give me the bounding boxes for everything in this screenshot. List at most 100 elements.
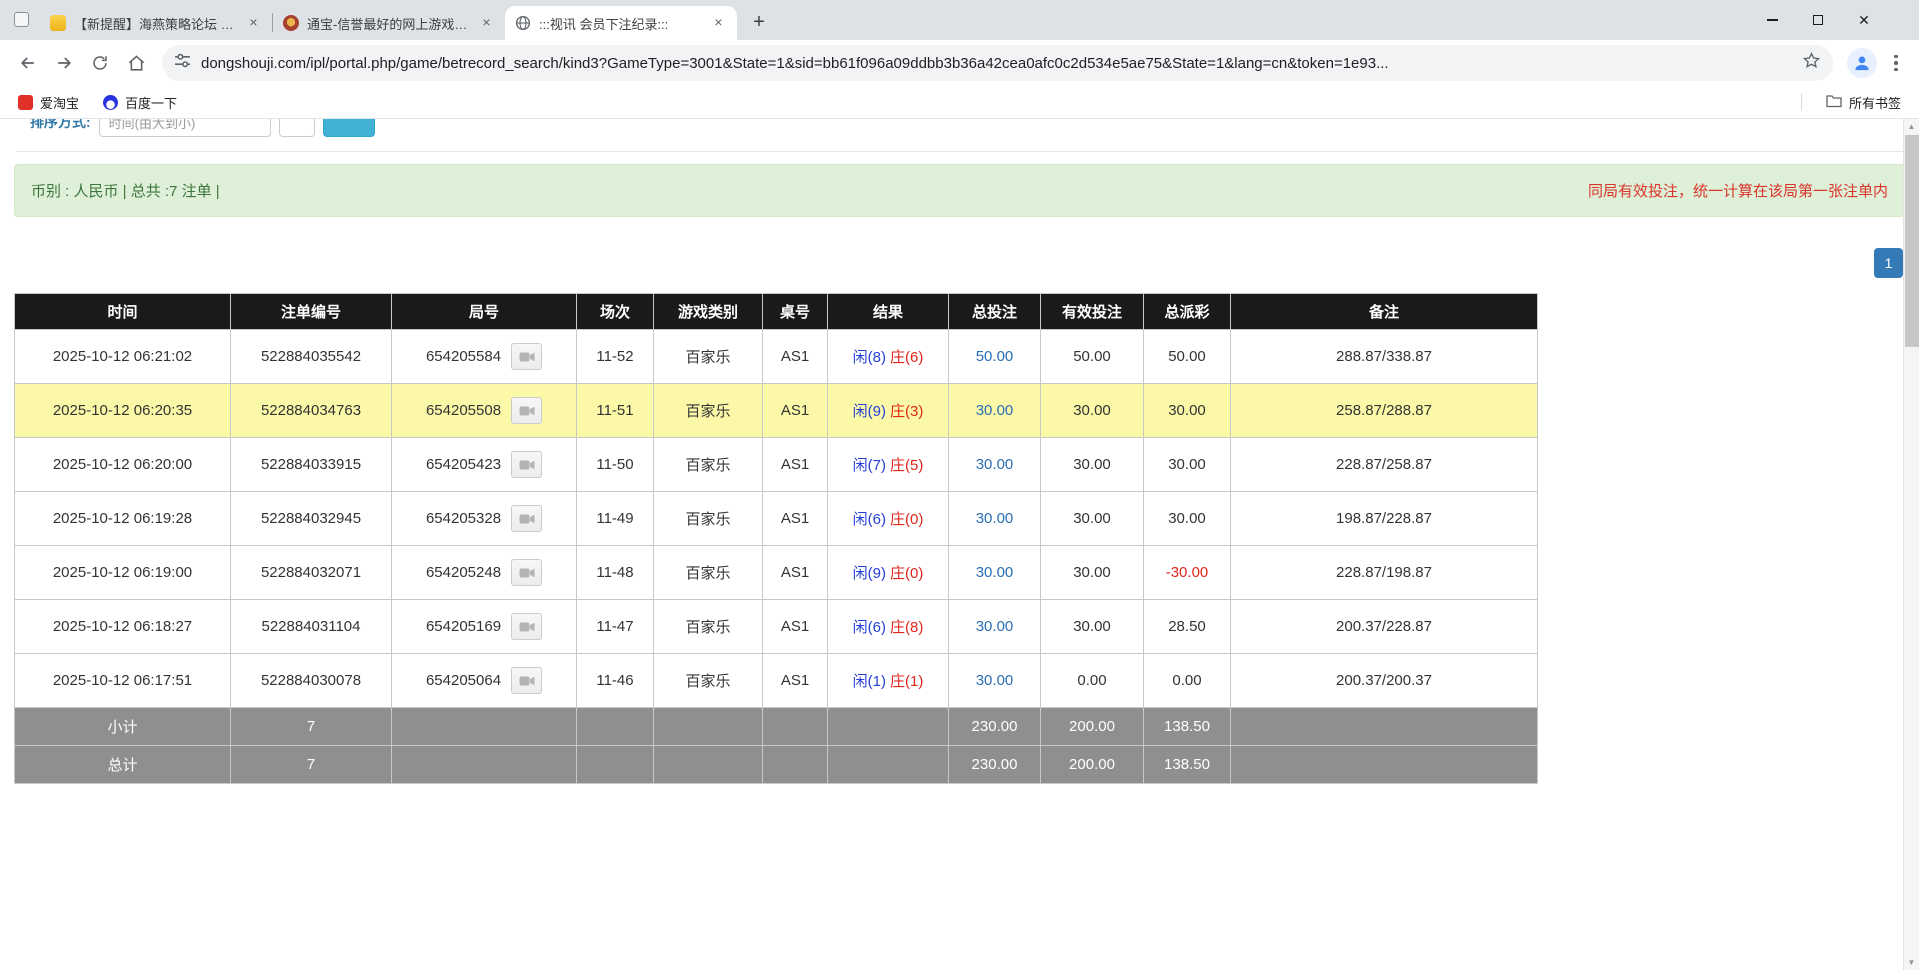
bet-id: 522884034763 <box>231 384 392 438</box>
column-header: 总派彩 <box>1144 294 1231 330</box>
coin-favicon-icon <box>283 15 299 31</box>
footer-empty-cell <box>828 746 949 784</box>
panel-divider <box>16 151 1903 152</box>
session: 11-51 <box>577 384 654 438</box>
vertical-scrollbar[interactable]: ▲ ▼ <box>1903 119 1919 970</box>
footer-payout: 138.50 <box>1144 746 1231 784</box>
game-type: 百家乐 <box>654 330 763 384</box>
footer-count: 7 <box>231 708 392 746</box>
bet-row: 2025-10-12 06:20:35 522884034763 6542055… <box>15 384 1538 438</box>
home-button[interactable] <box>118 45 154 81</box>
valid-bet: 0.00 <box>1041 654 1144 708</box>
tab-forum[interactable]: 【新提醒】海燕策略论坛 - 综合... × <box>40 6 272 40</box>
back-icon <box>18 53 38 73</box>
back-button[interactable] <box>10 45 46 81</box>
note: 200.37/228.87 <box>1231 600 1538 654</box>
scroll-up-arrow-icon[interactable]: ▲ <box>1904 119 1919 134</box>
tab-game-platform[interactable]: 通宝-信誉最好的网上游戏平台 × <box>273 6 505 40</box>
currency-summary-text: 币别 : 人民币 | 总共 :7 注单 | <box>31 180 220 201</box>
all-bookmarks-button[interactable]: 所有书签 <box>1826 93 1901 112</box>
search-button[interactable] <box>323 119 375 137</box>
total-bet[interactable]: 30.00 <box>949 438 1041 492</box>
total-bet[interactable]: 50.00 <box>949 330 1041 384</box>
video-replay-button[interactable] <box>511 559 542 586</box>
video-icon <box>519 459 535 471</box>
column-header: 结果 <box>828 294 949 330</box>
sort-input[interactable] <box>99 119 271 137</box>
total-bet[interactable]: 30.00 <box>949 600 1041 654</box>
footer-total-bet: 230.00 <box>949 746 1041 784</box>
footer-empty-cell <box>763 746 828 784</box>
table-number: AS1 <box>763 546 828 600</box>
round-cell: 654205328 <box>392 492 577 546</box>
page-content: 排序方式: 币别 : 人民币 | 总共 :7 注单 | 同局有效投注，统一计算在… <box>0 119 1919 970</box>
browser-menu-button[interactable] <box>1883 45 1909 81</box>
result-player: 闲(8) <box>853 349 886 366</box>
bet-records-table: 时间注单编号局号场次游戏类别桌号结果总投注有效投注总派彩备注 2025-10-1… <box>14 293 1538 784</box>
total-bet[interactable]: 30.00 <box>949 492 1041 546</box>
tab-close-icon[interactable]: × <box>245 15 262 32</box>
note: 200.37/200.37 <box>1231 654 1538 708</box>
video-replay-button[interactable] <box>511 343 542 370</box>
game-type: 百家乐 <box>654 546 763 600</box>
folder-icon <box>1826 94 1842 111</box>
site-settings-icon[interactable] <box>174 52 191 74</box>
result-player: 闲(6) <box>853 511 886 528</box>
minimize-button[interactable] <box>1749 0 1795 40</box>
bookmark-taobao[interactable]: 爱淘宝 <box>18 93 79 112</box>
total-bet[interactable]: 30.00 <box>949 384 1041 438</box>
bet-row: 2025-10-12 06:19:28 522884032945 6542053… <box>15 492 1538 546</box>
bet-row: 2025-10-12 06:17:51 522884030078 6542050… <box>15 654 1538 708</box>
close-button[interactable]: ✕ <box>1841 0 1887 40</box>
result-player: 闲(7) <box>853 457 886 474</box>
valid-bet: 50.00 <box>1041 330 1144 384</box>
footer-empty-cell <box>654 746 763 784</box>
session: 11-50 <box>577 438 654 492</box>
valid-bet: 30.00 <box>1041 600 1144 654</box>
person-icon <box>1852 53 1872 73</box>
url-text[interactable]: dongshouji.com/ipl/portal.php/game/betre… <box>201 55 1792 72</box>
tab-bet-records[interactable]: :::视讯 会员下注纪录::: × <box>505 6 737 40</box>
reload-button[interactable] <box>82 45 118 81</box>
video-replay-button[interactable] <box>511 505 542 532</box>
payout: 30.00 <box>1144 492 1231 546</box>
forward-button[interactable] <box>46 45 82 81</box>
footer-empty-cell <box>392 746 577 784</box>
bet-time: 2025-10-12 06:19:00 <box>15 546 231 600</box>
tab-close-icon[interactable]: × <box>478 15 495 32</box>
payout: 0.00 <box>1144 654 1231 708</box>
maximize-button[interactable] <box>1795 0 1841 40</box>
bookmark-baidu[interactable]: 百度一下 <box>103 93 177 112</box>
address-bar[interactable]: dongshouji.com/ipl/portal.php/game/betre… <box>162 45 1833 81</box>
profile-avatar[interactable] <box>1847 48 1877 78</box>
round-number: 654205169 <box>426 618 501 635</box>
total-bet[interactable]: 30.00 <box>949 546 1041 600</box>
new-tab-button[interactable]: + <box>745 8 773 36</box>
pagination: 1 <box>16 248 1903 278</box>
footer-valid-bet: 200.00 <box>1041 746 1144 784</box>
result-banker: 庄(8) <box>890 619 923 636</box>
subtotal-row: 小计 7 230.00 200.00 138.50 <box>15 708 1538 746</box>
bet-row: 2025-10-12 06:20:00 522884033915 6542054… <box>15 438 1538 492</box>
video-replay-button[interactable] <box>511 451 542 478</box>
video-replay-button[interactable] <box>511 397 542 424</box>
browser-tab-strip: 【新提醒】海燕策略论坛 - 综合... × 通宝-信誉最好的网上游戏平台 × :… <box>0 0 1919 40</box>
filter-bar-clipped: 排序方式: <box>0 119 1919 139</box>
bookmark-star-icon[interactable] <box>1802 51 1821 75</box>
result-banker: 庄(1) <box>890 673 923 690</box>
video-icon <box>519 513 535 525</box>
page-1-button[interactable]: 1 <box>1874 248 1903 278</box>
column-header: 注单编号 <box>231 294 392 330</box>
footer-empty-cell <box>1231 746 1538 784</box>
video-replay-button[interactable] <box>511 613 542 640</box>
bet-time: 2025-10-12 06:20:00 <box>15 438 231 492</box>
bet-id: 522884033915 <box>231 438 392 492</box>
scroll-down-arrow-icon[interactable]: ▼ <box>1904 955 1919 970</box>
scrollbar-thumb[interactable] <box>1905 135 1919 347</box>
total-bet[interactable]: 30.00 <box>949 654 1041 708</box>
video-icon <box>519 567 535 579</box>
video-replay-button[interactable] <box>511 667 542 694</box>
round-number: 654205064 <box>426 672 501 689</box>
tab-close-icon[interactable]: × <box>710 15 727 32</box>
sort-select[interactable] <box>279 119 315 137</box>
